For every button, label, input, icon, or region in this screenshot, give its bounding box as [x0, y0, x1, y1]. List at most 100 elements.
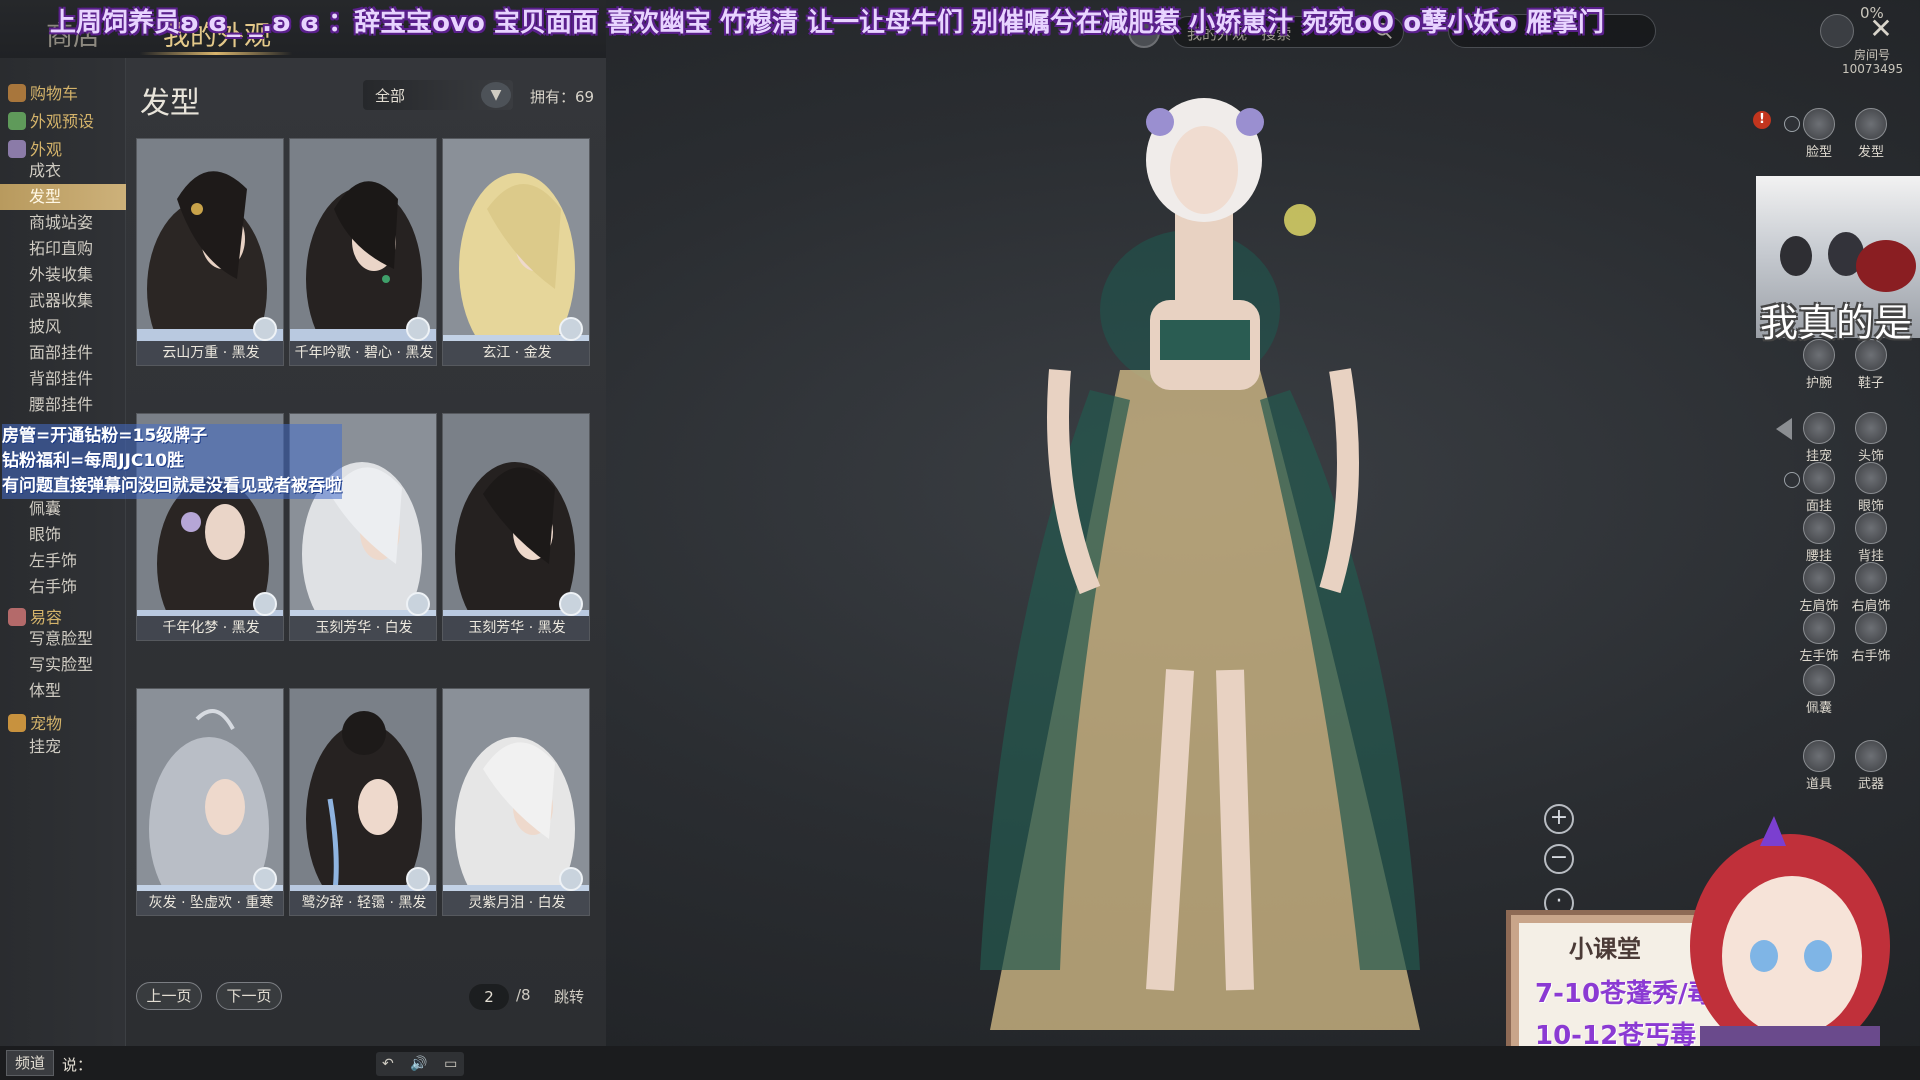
- hairstyle-card[interactable]: 云山万重 · 黑发: [136, 138, 284, 366]
- dye-icon[interactable]: [559, 592, 583, 616]
- slot-right-shoulder[interactable]: 右肩饰: [1849, 562, 1893, 614]
- note-line: 房管=开通钻粉=15级牌子: [2, 424, 342, 449]
- sidebar-item-body-type[interactable]: 体型: [0, 678, 126, 704]
- character-model[interactable]: [860, 70, 1560, 1030]
- hair-icon: [1855, 108, 1887, 140]
- sidebar-item-left-hand[interactable]: 左手饰: [0, 548, 126, 574]
- note-line: 有问题直接弹幕问没回就是没看见或者被吞啦: [2, 474, 342, 499]
- page-number-input[interactable]: 2: [469, 984, 509, 1010]
- stream-notes: 房管=开通钻粉=15级牌子 钻粉福利=每周JJC10胜 有问题直接弹幕问没回就是…: [2, 424, 342, 499]
- hide-ui-button[interactable]: [1820, 14, 1854, 48]
- close-icon[interactable]: ✕: [1864, 12, 1898, 46]
- hairstyle-card[interactable]: 玄江 · 金发: [442, 138, 590, 366]
- pet-icon: [1803, 412, 1835, 444]
- sidebar-item-stylized-face[interactable]: 写意脸型: [0, 626, 126, 652]
- dye-icon[interactable]: [406, 867, 430, 891]
- sidebar-item-face-pendant[interactable]: 面部挂件: [0, 340, 126, 366]
- face-icon: [1803, 108, 1835, 140]
- glasses-icon: [1855, 462, 1887, 494]
- slot-left-shoulder[interactable]: 左肩饰: [1797, 562, 1841, 614]
- slot-eyewear[interactable]: 眼饰: [1849, 462, 1893, 514]
- sidebar-item-waist-pendant[interactable]: 腰部挂件: [0, 392, 126, 418]
- cart-icon: [8, 84, 26, 102]
- right-hand-icon: [1855, 612, 1887, 644]
- slot-face[interactable]: 脸型: [1797, 108, 1841, 160]
- hairstyle-name: 玄江 · 金发: [443, 341, 589, 365]
- hairstyle-card[interactable]: 灵紫月泪 · 白发: [442, 688, 590, 916]
- slot-back[interactable]: 背挂: [1849, 512, 1893, 564]
- dye-icon[interactable]: [406, 317, 430, 341]
- back-icon: [1855, 512, 1887, 544]
- prop-icon: [1803, 740, 1835, 772]
- slot-waist[interactable]: 腰挂: [1797, 512, 1841, 564]
- sidebar-item-eyewear[interactable]: 眼饰: [0, 522, 126, 548]
- pouch-icon: [1803, 664, 1835, 696]
- left-shoulder-icon: [1803, 562, 1835, 594]
- sidebar-item-back-pendant[interactable]: 背部挂件: [0, 366, 126, 392]
- dye-icon[interactable]: [253, 867, 277, 891]
- chevron-down-icon[interactable]: ▼: [481, 82, 511, 108]
- hairstyle-name: 灰发 · 坠虚欢 · 重寒: [137, 891, 283, 915]
- dye-icon[interactable]: [253, 317, 277, 341]
- hairstyle-name: 玉刻芳华 · 白发: [290, 616, 436, 640]
- sidebar-item-right-hand[interactable]: 右手饰: [0, 574, 126, 600]
- pagination: 上一页 下一页 2 /8 跳转: [136, 982, 596, 1014]
- slot-pouch[interactable]: 佩囊: [1797, 664, 1841, 716]
- hairstyle-card[interactable]: 玉刻芳华 · 黑发: [442, 413, 590, 641]
- waist-icon: [1803, 512, 1835, 544]
- active-tab-indicator: [140, 52, 292, 55]
- slot-weapon[interactable]: 武器: [1849, 740, 1893, 792]
- hairstyle-name: 灵紫月泪 · 白发: [443, 891, 589, 915]
- dye-icon[interactable]: [253, 592, 277, 616]
- slot-headwear[interactable]: 头饰: [1849, 412, 1893, 464]
- chat-channel-button[interactable]: 频道: [6, 1050, 54, 1076]
- sidebar-item-store-pose[interactable]: 商城站姿: [0, 210, 126, 236]
- dye-icon[interactable]: [406, 592, 430, 616]
- category-preset[interactable]: 外观预设: [8, 108, 94, 134]
- sidebar-item-realistic-face[interactable]: 写实脸型: [0, 652, 126, 678]
- zoom-out-icon[interactable]: −: [1544, 844, 1574, 874]
- chat-tools[interactable]: ↶ 🔊 ▭ ☺: [376, 1052, 464, 1076]
- sidebar-item-rubbing-buy[interactable]: 拓印直购: [0, 236, 126, 262]
- danmaku-banner: 上周饲养员ʚ ɞ_ _.ʚ ɞ ：辞宝宝ovo 宝贝面面 喜欢幽宝 竹穆清 让一…: [50, 8, 1604, 38]
- weapon-icon: [1855, 740, 1887, 772]
- category-cart[interactable]: 购物车: [8, 80, 78, 106]
- sidebar-item-hairstyle[interactable]: 发型: [0, 184, 126, 210]
- sidebar-item-weapon-collection[interactable]: 武器收集: [0, 288, 126, 314]
- hairstyle-name: 千年吟歌 · 碧心 · 黑发: [290, 341, 436, 365]
- sidebar-item-pet-pendant[interactable]: 挂宠: [0, 734, 126, 760]
- room-label: 房间号: [1854, 48, 1891, 62]
- hairstyle-card[interactable]: 灰发 · 坠虚欢 · 重寒: [136, 688, 284, 916]
- collapse-arrow-icon[interactable]: [1776, 418, 1792, 440]
- slot-right-hand[interactable]: 右手饰: [1849, 612, 1893, 664]
- prev-page-button[interactable]: 上一页: [136, 982, 202, 1010]
- dye-icon[interactable]: [559, 867, 583, 891]
- room-id: 10073495: [1842, 62, 1904, 76]
- slot-pet[interactable]: 挂宠: [1797, 412, 1841, 464]
- page-jump-button[interactable]: 跳转: [554, 986, 584, 1007]
- right-shoulder-icon: [1855, 562, 1887, 594]
- slot-left-hand[interactable]: 左手饰: [1797, 612, 1841, 664]
- dye-icon[interactable]: [559, 317, 583, 341]
- chat-bar: 频道 说： ↶ 🔊 ▭ ☺: [0, 1046, 1920, 1080]
- slot-face-pendant[interactable]: 面挂: [1797, 462, 1841, 514]
- hairstyle-card[interactable]: 鹭汐辞 · 轻霭 · 黑发: [289, 688, 437, 916]
- category-pet[interactable]: 宠物: [8, 710, 62, 736]
- warning-icon[interactable]: !: [1753, 111, 1771, 129]
- hairstyle-name: 玉刻芳华 · 黑发: [443, 616, 589, 640]
- owned-count: 拥有：69: [530, 88, 595, 106]
- left-hand-icon: [1803, 612, 1835, 644]
- sidebar-item-cloak[interactable]: 披风: [0, 314, 126, 340]
- sidebar-item-pouch[interactable]: 佩囊: [0, 496, 126, 522]
- slot-prop[interactable]: 道具: [1797, 740, 1841, 792]
- preset-icon: [8, 112, 26, 130]
- zoom-in-icon[interactable]: +: [1544, 804, 1574, 834]
- chat-input-label[interactable]: 说：: [62, 1054, 92, 1075]
- hairstyle-card[interactable]: 千年吟歌 · 碧心 · 黑发: [289, 138, 437, 366]
- pet-icon: [8, 714, 26, 732]
- sidebar-item-outfit-collection[interactable]: 外装收集: [0, 262, 126, 288]
- sidebar-item-outfit[interactable]: 成衣: [0, 158, 126, 184]
- slot-hair[interactable]: 发型: [1849, 108, 1893, 160]
- webcam-caption: 我真的是: [1760, 301, 1913, 345]
- next-page-button[interactable]: 下一页: [216, 982, 282, 1010]
